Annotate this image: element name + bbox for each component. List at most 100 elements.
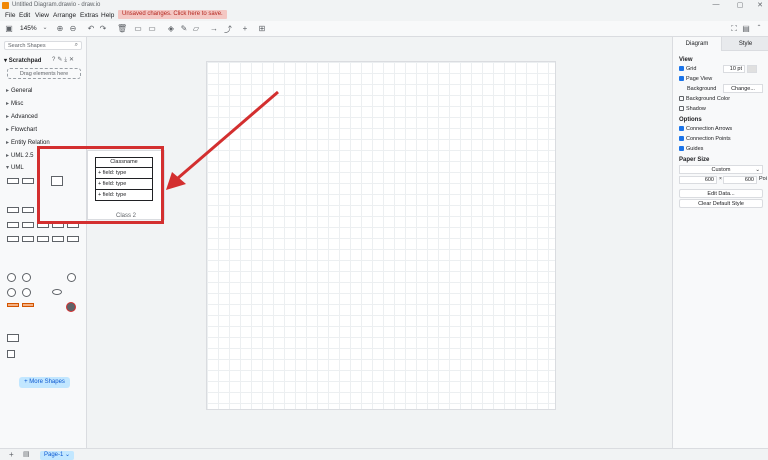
title-bar: Untitled Diagram.drawio - draw.io — ▢ ✕ bbox=[0, 0, 768, 11]
fill-color-icon[interactable]: ◈ bbox=[166, 24, 176, 33]
category-flowchart[interactable]: ▸ Flowchart bbox=[6, 126, 37, 133]
scratchpad-title[interactable]: ▾ Scratchpad bbox=[4, 57, 41, 64]
scratchpad-actions[interactable]: ?✎⤓✕ bbox=[52, 56, 76, 64]
search-input[interactable]: Search Shapes ⌕ bbox=[4, 41, 82, 50]
connection-points-checkbox-row[interactable]: Connection Points bbox=[679, 136, 731, 142]
chevron-down-icon: ⌄ bbox=[755, 167, 760, 173]
uml-circle-shape[interactable] bbox=[22, 288, 31, 297]
grid-checkbox-row[interactable]: Grid bbox=[679, 66, 696, 72]
background-label: Background bbox=[687, 86, 717, 92]
uml-shape[interactable] bbox=[7, 207, 19, 213]
grid-color-swatch[interactable] bbox=[747, 65, 757, 73]
uml-class-shape[interactable] bbox=[22, 178, 34, 184]
waypoints-icon[interactable]: ⤴ bbox=[223, 24, 233, 35]
page-tab[interactable]: Page-1 ⌄ bbox=[40, 451, 75, 460]
menu-arrange[interactable]: Arrange bbox=[53, 12, 76, 19]
chevron-down-icon: ▾ bbox=[4, 58, 8, 64]
checkbox bbox=[679, 146, 684, 152]
uml-shape[interactable] bbox=[7, 350, 15, 358]
chevron-down-icon[interactable]: ⌄ bbox=[40, 24, 50, 31]
fullscreen-icon[interactable]: ⛶ bbox=[729, 24, 739, 34]
category-entity-relation[interactable]: ▸ Entity Relation bbox=[6, 139, 50, 146]
category-advanced[interactable]: ▸ Advanced bbox=[6, 113, 38, 120]
uml-shape[interactable] bbox=[67, 236, 79, 242]
category-misc[interactable]: ▸ Misc bbox=[6, 100, 23, 107]
paper-unit[interactable]: Poi bbox=[759, 176, 767, 182]
zoom-level[interactable]: 145% bbox=[20, 25, 37, 32]
uml-lifeline-shape[interactable] bbox=[22, 303, 34, 307]
paper-height-input[interactable]: 600 bbox=[723, 176, 757, 184]
maximize-icon[interactable]: ▢ bbox=[734, 1, 746, 9]
uml-shape[interactable] bbox=[7, 334, 19, 342]
uml-lifeline-shape[interactable] bbox=[7, 303, 19, 307]
shadow-icon[interactable]: ▱ bbox=[191, 24, 201, 33]
menu-edit[interactable]: Edit bbox=[19, 12, 30, 19]
undo-icon[interactable]: ↶ bbox=[86, 24, 96, 33]
uml-circle-shape[interactable] bbox=[7, 288, 16, 297]
uml-shape[interactable] bbox=[22, 222, 34, 228]
guides-checkbox-row[interactable]: Guides bbox=[679, 146, 703, 152]
tab-style[interactable]: Style bbox=[721, 37, 768, 51]
more-shapes-button[interactable]: + More Shapes bbox=[19, 377, 70, 388]
menu-help[interactable]: Help bbox=[101, 12, 114, 19]
uml-circle-shape[interactable] bbox=[67, 273, 76, 282]
checkbox bbox=[679, 126, 684, 132]
search-icon[interactable]: ⌕ bbox=[75, 42, 78, 49]
uml-circle-shape[interactable] bbox=[22, 273, 31, 282]
uml-shape[interactable] bbox=[22, 207, 34, 213]
uml-class-shape[interactable] bbox=[7, 178, 19, 184]
to-front-icon[interactable]: ▭ bbox=[133, 24, 143, 33]
edit-data-button[interactable]: Edit Data... bbox=[679, 189, 763, 198]
collapse-icon[interactable]: ⌃ bbox=[754, 24, 764, 31]
category-uml[interactable]: ▾ UML bbox=[6, 164, 24, 171]
panel-toggle-icon[interactable]: ▣ bbox=[4, 24, 14, 33]
annotation-highlight-box bbox=[37, 146, 164, 224]
toolbar: ▣ 145% ⌄ ⊕ ⊖ ↶ ↷ 🗑 ▭ ▭ ◈ ✎ ▱ → ⤴ + ⊞ ⛶ ▤… bbox=[0, 21, 768, 37]
grid-size-input[interactable]: 10 pt bbox=[723, 65, 745, 73]
clear-default-style-button[interactable]: Clear Default Style bbox=[679, 199, 763, 208]
uml-ellipse-shape[interactable] bbox=[52, 289, 62, 295]
zoom-out-icon[interactable]: ⊖ bbox=[68, 24, 78, 33]
zoom-in-icon[interactable]: ⊕ bbox=[55, 24, 65, 33]
checkbox bbox=[679, 106, 684, 112]
uml-circle-shape[interactable] bbox=[7, 273, 16, 282]
uml-shape[interactable] bbox=[52, 236, 64, 242]
minimize-icon[interactable]: — bbox=[710, 1, 722, 8]
pages-menu-icon[interactable]: ▤ bbox=[23, 450, 30, 458]
paper-width-input[interactable]: 600 bbox=[679, 176, 717, 184]
tab-diagram[interactable]: Diagram bbox=[673, 37, 721, 51]
page-view-checkbox-row[interactable]: Page View bbox=[679, 76, 712, 82]
connection-icon[interactable]: → bbox=[209, 24, 219, 33]
category-general[interactable]: ▸ General bbox=[6, 87, 32, 94]
redo-icon[interactable]: ↷ bbox=[98, 24, 108, 33]
format-panel-icon[interactable]: ▤ bbox=[741, 24, 751, 33]
diagram-page[interactable] bbox=[206, 61, 556, 410]
change-background-button[interactable]: Change... bbox=[723, 84, 763, 93]
menu-view[interactable]: View bbox=[35, 12, 49, 19]
checkbox bbox=[679, 76, 684, 82]
table-icon[interactable]: ⊞ bbox=[257, 24, 267, 33]
line-color-icon[interactable]: ✎ bbox=[179, 24, 189, 33]
drawio-logo-icon bbox=[2, 2, 9, 9]
menu-extras[interactable]: Extras bbox=[80, 12, 98, 19]
delete-icon[interactable]: 🗑 bbox=[117, 24, 127, 33]
unsaved-changes-button[interactable]: Unsaved changes. Click here to save. bbox=[118, 10, 227, 19]
view-heading: View bbox=[679, 57, 693, 63]
menu-file[interactable]: File bbox=[5, 12, 15, 19]
paper-size-select[interactable]: Custom ⌄ bbox=[679, 165, 763, 174]
background-color-checkbox-row[interactable]: Background Color bbox=[679, 96, 730, 102]
connection-arrows-checkbox-row[interactable]: Connection Arrows bbox=[679, 126, 732, 132]
uml-final-node-shape[interactable] bbox=[66, 302, 76, 312]
category-uml25[interactable]: ▸ UML 2.5 bbox=[6, 152, 33, 159]
window-title: Untitled Diagram.drawio - draw.io bbox=[12, 2, 101, 8]
add-page-icon[interactable]: + bbox=[9, 450, 14, 459]
scratchpad-drop-zone[interactable]: Drag elements here bbox=[7, 68, 81, 79]
uml-shape[interactable] bbox=[7, 236, 19, 242]
shadow-checkbox-row[interactable]: Shadow bbox=[679, 106, 706, 112]
uml-shape[interactable] bbox=[37, 236, 49, 242]
insert-icon[interactable]: + bbox=[240, 24, 250, 33]
close-icon[interactable]: ✕ bbox=[754, 1, 766, 9]
uml-shape[interactable] bbox=[22, 236, 34, 242]
uml-shape[interactable] bbox=[7, 222, 19, 228]
to-back-icon[interactable]: ▭ bbox=[147, 24, 157, 33]
